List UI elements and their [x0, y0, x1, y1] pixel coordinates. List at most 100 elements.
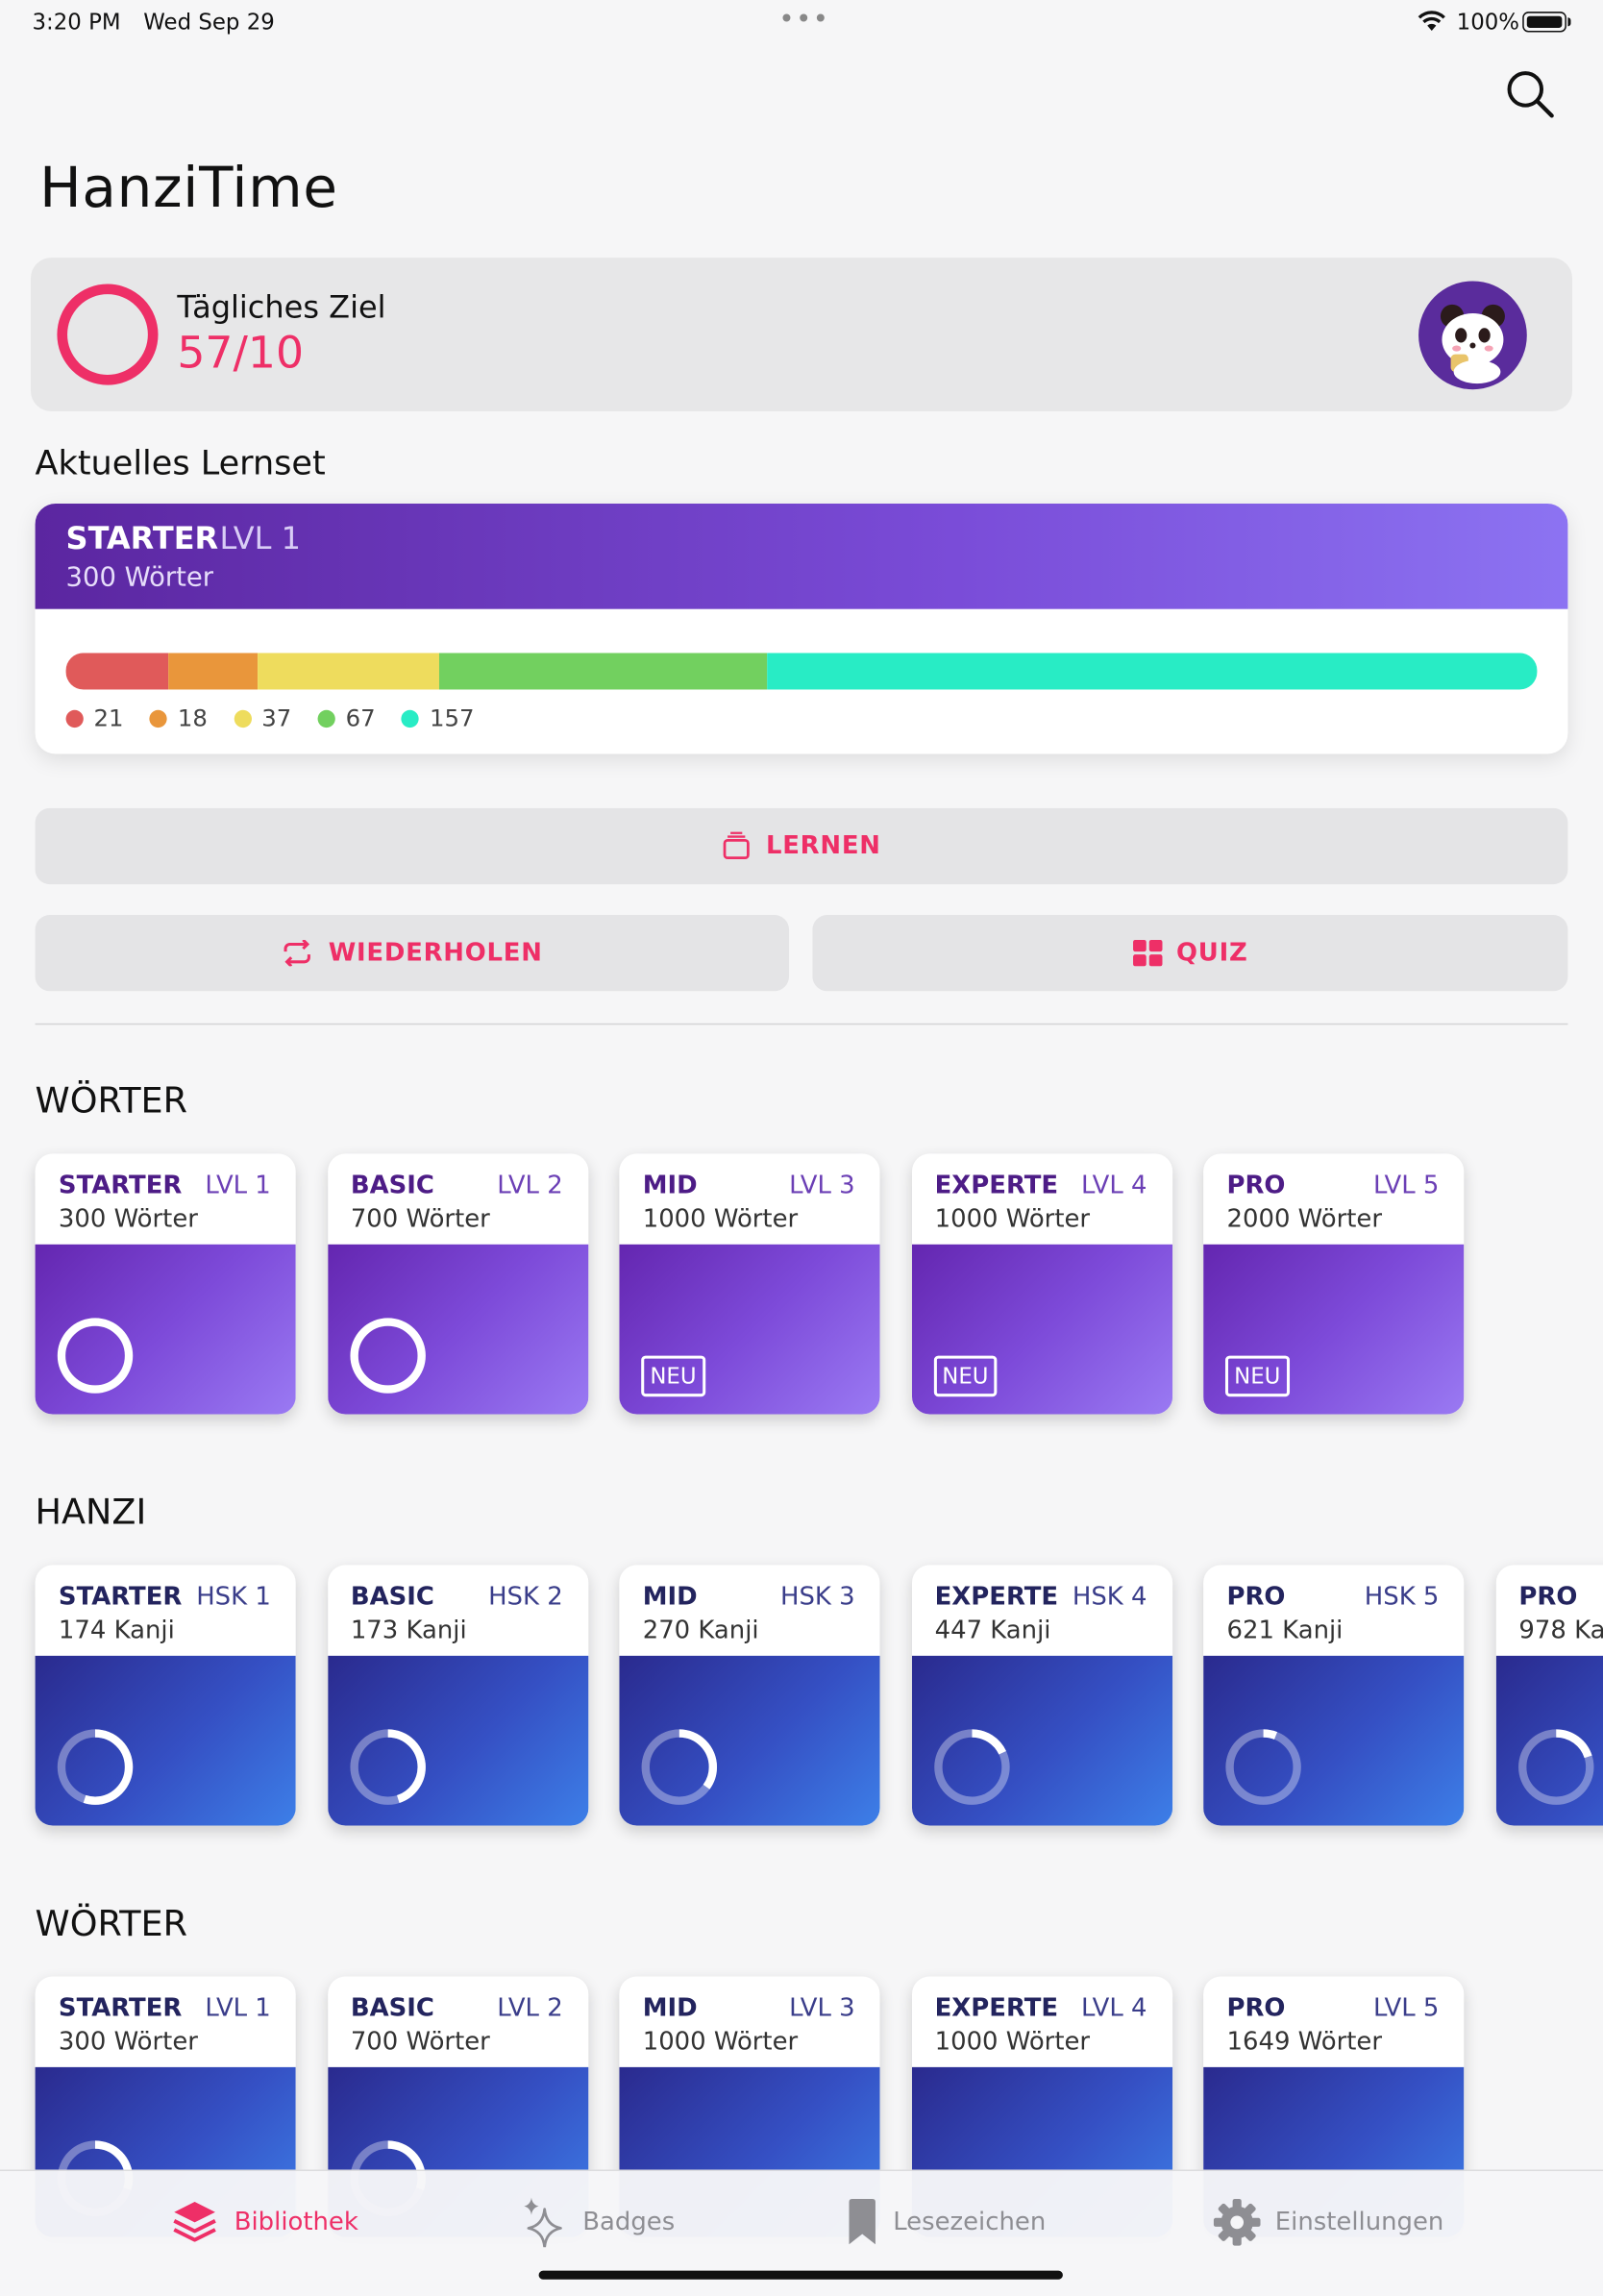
deck-cover: NEU	[619, 1244, 880, 1415]
deck-cover	[327, 1655, 588, 1826]
progress-ring-icon	[1517, 1729, 1593, 1805]
deck-count: 173 Kanji	[350, 1616, 467, 1646]
deck-count: 1649 Wörter	[1226, 2027, 1382, 2058]
battery-percent: 100%	[1456, 9, 1520, 36]
goal-ring-icon	[57, 284, 159, 385]
deck-count: 174 Kanji	[58, 1616, 175, 1646]
deck-level: LVL 4	[1081, 1171, 1147, 1201]
deck-card[interactable]: EXPERTE HSK 4 447 Kanji	[911, 1565, 1172, 1826]
status-date: Wed Sep 29	[143, 9, 275, 36]
current-set-header: STARTER LVL 1 300 Wörter	[35, 504, 1568, 609]
deck-name: STARTER	[58, 1993, 183, 2024]
deck-count: 1000 Wörter	[642, 2027, 799, 2058]
deck-card[interactable]: BASIC HSK 2 173 Kanji	[327, 1565, 588, 1826]
repeat-button-label: WIEDERHOLEN	[328, 938, 543, 968]
tab-bookmarks[interactable]: Lesezeichen	[846, 2171, 1046, 2274]
tab-library[interactable]: Bibliothek	[170, 2171, 358, 2274]
deck-card[interactable]: BASIC LVL 2 700 Wörter	[327, 1153, 588, 1415]
tab-badges[interactable]: Badges	[521, 2171, 675, 2274]
legend-count: 21	[93, 704, 124, 732]
panda-avatar-icon	[1440, 304, 1505, 384]
deck-level: LVL 4	[1081, 1993, 1147, 2024]
new-badge: NEU	[1224, 1355, 1290, 1397]
battery-icon	[1522, 12, 1566, 33]
deck-name: MID	[642, 1582, 698, 1613]
progress-segment	[168, 653, 258, 690]
deck-name: MID	[642, 1171, 698, 1201]
new-badge: NEU	[933, 1355, 998, 1397]
deck-card[interactable]: STARTER HSK 1 174 Kanji	[35, 1565, 296, 1826]
current-set-count: 300 Wörter	[65, 561, 214, 593]
bookmark-icon	[849, 2198, 875, 2245]
progress-ring-icon	[57, 1729, 134, 1805]
deck-name: MID	[642, 1993, 698, 2024]
deck-card[interactable]: MID HSK 3 270 Kanji	[619, 1565, 880, 1826]
progress-segment	[767, 653, 1538, 690]
deck-count: 447 Kanji	[934, 1616, 1051, 1646]
deck-cover	[911, 1655, 1172, 1826]
deck-card[interactable]: PRO HSK 5 621 Kanji	[1203, 1565, 1465, 1826]
deck-cover: NEU	[1203, 1244, 1465, 1415]
deck-count: 621 Kanji	[1226, 1616, 1344, 1646]
deck-name: BASIC	[350, 1171, 434, 1201]
deck-count: 978 Ka	[1518, 1616, 1603, 1646]
deck-count: 1000 Wörter	[642, 1204, 799, 1235]
wifi-icon	[1418, 11, 1445, 31]
cards-icon	[723, 831, 751, 860]
deck-row-words: STARTER LVL 1 300 Wörter BASIC LVL 2 700 Wört…	[35, 1153, 1603, 1417]
deck-count: 270 Kanji	[642, 1616, 759, 1646]
deck-card[interactable]: PRO 978 Ka	[1495, 1565, 1603, 1826]
tab-settings[interactable]: Einstellungen	[1213, 2171, 1444, 2274]
repeat-button[interactable]: WIEDERHOLEN	[35, 915, 790, 992]
screen: { "status": {"time":"3:20 PM","date":"We…	[0, 0, 1603, 2296]
deck-level: LVL 5	[1372, 1171, 1440, 1201]
deck-name: EXPERTE	[934, 1582, 1059, 1613]
deck-count: 700 Wörter	[350, 1204, 490, 1235]
current-set-card[interactable]: STARTER LVL 1 300 Wörter 21 18 37 67 157	[35, 504, 1568, 754]
deck-level: LVL 2	[497, 1171, 563, 1201]
home-indicator[interactable]	[538, 2270, 1063, 2280]
deck-count: 1000 Wörter	[934, 1204, 1091, 1235]
deck-count: 300 Wörter	[58, 2027, 198, 2058]
deck-row-hanzi: STARTER HSK 1 174 Kanji BASIC HSK 2 173 Kanji…	[35, 1565, 1603, 1828]
deck-card[interactable]: STARTER LVL 1 300 Wörter	[35, 1153, 296, 1415]
tab-badges-label: Badges	[582, 2208, 676, 2237]
deck-level: HSK 1	[196, 1582, 271, 1613]
legend-item: 37	[234, 704, 291, 732]
deck-name: PRO	[1518, 1582, 1578, 1613]
tab-settings-label: Einstellungen	[1274, 2208, 1444, 2237]
deck-name: PRO	[1226, 1993, 1286, 2024]
legend-item: 157	[402, 704, 475, 732]
multitasking-dots[interactable]: •••	[778, 5, 829, 36]
goal-value: 57/10	[177, 328, 305, 380]
progress-legend: 21 18 37 67 157	[65, 704, 501, 732]
deck-name: EXPERTE	[934, 1993, 1059, 2024]
deck-count: 700 Wörter	[350, 2027, 490, 2058]
goal-label: Tägliches Ziel	[177, 289, 386, 326]
avatar[interactable]	[1418, 281, 1527, 390]
status-bar: 3:20 PM Wed Sep 29 ••• 100%	[0, 0, 1603, 47]
gear-icon	[1213, 2198, 1261, 2246]
search-icon[interactable]	[1505, 69, 1555, 119]
daily-goal-card[interactable]: Tägliches Ziel 57/10	[30, 258, 1573, 412]
deck-level: HSK 2	[488, 1582, 563, 1613]
legend-count: 37	[261, 704, 292, 732]
grid-icon	[1132, 939, 1162, 967]
deck-level: LVL 3	[789, 1993, 855, 2024]
deck-level: HSK 3	[779, 1582, 855, 1613]
deck-cover	[619, 1655, 880, 1826]
deck-cover	[35, 1244, 296, 1415]
tab-library-label: Bibliothek	[234, 2208, 358, 2237]
learn-button-label: LERNEN	[765, 831, 881, 861]
deck-name: BASIC	[350, 1582, 434, 1613]
deck-cover	[1495, 1655, 1603, 1826]
quiz-button[interactable]: QUIZ	[812, 915, 1568, 992]
legend-dot-icon	[317, 709, 335, 728]
deck-card[interactable]: EXPERTE LVL 4 1000 Wörter NEU	[911, 1153, 1172, 1415]
deck-card[interactable]: PRO LVL 5 2000 Wörter NEU	[1203, 1153, 1465, 1415]
current-set-heading: Aktuelles Lernset	[35, 445, 326, 483]
deck-card[interactable]: MID LVL 3 1000 Wörter NEU	[619, 1153, 880, 1415]
progress-ring-icon	[1225, 1729, 1301, 1805]
deck-level: LVL 1	[205, 1993, 271, 2024]
learn-button[interactable]: LERNEN	[35, 807, 1568, 885]
